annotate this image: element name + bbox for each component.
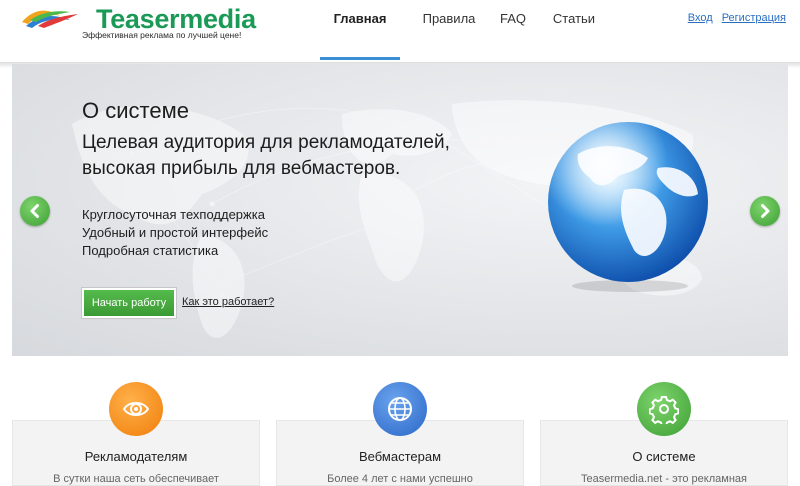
brand-tagline: Эффективная реклама по лучшей цене! [82,30,242,40]
feature-text: В сутки наша сеть обеспечивает [53,473,219,485]
nav-item-rules[interactable]: Правила [414,0,484,60]
start-button[interactable]: Начать работу [82,288,176,318]
hero-subtitle-line-1: Целевая аудитория для рекламодателей, [82,132,450,153]
slider-next-button[interactable] [750,196,780,226]
webmasters-badge [373,382,427,436]
nav-item-faq[interactable]: FAQ [488,0,538,60]
eye-icon [122,402,150,416]
slider-prev-button[interactable] [20,196,50,226]
chevron-right-icon [761,204,770,218]
feature-title: О системе [632,449,696,464]
globe-image [548,122,708,292]
register-link[interactable]: Регистрация [722,12,786,24]
about-badge [637,382,691,436]
login-link[interactable]: Вход [688,12,713,24]
site-logo[interactable]: Teasermedia Эффективная реклама по лучше… [20,4,256,44]
nav-item-articles[interactable]: Статьи [544,0,604,60]
hero-subtitle-line-2: высокая прибыль для вебмастеров. [82,158,401,179]
hero-heading: О системе [82,98,189,123]
site-header: Teasermedia Эффективная реклама по лучше… [0,0,800,64]
gear-icon [649,396,679,424]
auth-links: Вход Регистрация [688,12,786,24]
logo-wave-icon [22,10,78,28]
hero-feature-item: Удобный и простой интерфейс [82,225,269,240]
feature-text: Более 4 лет с нами успешно [327,473,473,485]
hero-slider: О системе Целевая аудитория для рекламод… [12,64,788,356]
advertisers-badge [109,382,163,436]
hero-subtitle: Целевая аудитория для рекламодателей, вы… [82,130,450,182]
hero-feature-item: Подробная статистика [82,243,219,258]
hero-feature-item: Круглосуточная техподдержка [82,207,265,222]
globe-icon [388,397,412,421]
hero-feature-list: Круглосуточная техподдержка Удобный и пр… [82,206,268,260]
feature-title: Вебмастерам [358,449,442,464]
feature-text: Teasermedia.net - это рекламная [581,473,747,485]
main-nav: Главная Правила FAQ Статьи [320,0,604,60]
chevron-left-icon [30,204,39,218]
feature-title: Рекламодателям [84,449,188,464]
nav-item-home[interactable]: Главная [320,0,400,60]
how-it-works-link[interactable]: Как это работает? [182,296,274,308]
